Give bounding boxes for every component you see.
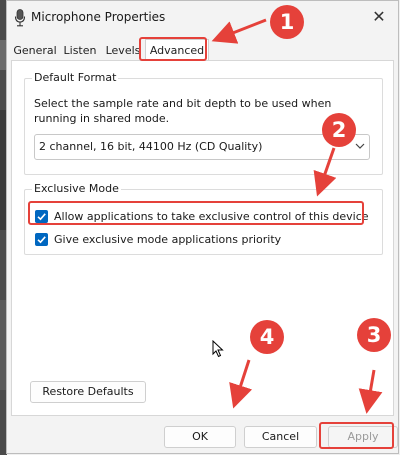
- step-1-badge: 1: [270, 5, 304, 39]
- advanced-tab-highlight: [139, 37, 207, 61]
- exclusive-priority-checkbox[interactable]: [35, 233, 48, 246]
- chevron-down-icon: [355, 141, 365, 151]
- cancel-button[interactable]: Cancel: [244, 426, 317, 448]
- exclusive-priority-label: Give exclusive mode applications priorit…: [54, 233, 282, 246]
- step-4-badge: 4: [250, 320, 284, 354]
- title-bar: Microphone Properties ✕: [7, 1, 398, 35]
- tab-general[interactable]: General: [11, 41, 59, 60]
- microphone-icon: [14, 9, 26, 27]
- step-2-badge: 2: [322, 113, 356, 147]
- step-3-badge: 3: [357, 318, 391, 352]
- microphone-properties-dialog: Microphone Properties ✕ General Listen L…: [6, 0, 399, 454]
- default-format-selected-value: 2 channel, 16 bit, 44100 Hz (CD Quality): [39, 140, 263, 153]
- window-title: Microphone Properties: [31, 10, 166, 24]
- tab-listen[interactable]: Listen: [60, 41, 100, 60]
- tab-levels[interactable]: Levels: [102, 41, 144, 60]
- exclusive-option-highlight: [28, 201, 364, 225]
- restore-defaults-button[interactable]: Restore Defaults: [30, 381, 146, 403]
- close-button[interactable]: ✕: [366, 6, 392, 28]
- ok-button[interactable]: OK: [164, 426, 236, 448]
- apply-button-highlight: [319, 422, 394, 449]
- default-format-description: Select the sample rate and bit depth to …: [34, 97, 332, 125]
- mouse-cursor-icon: [212, 339, 224, 361]
- exclusive-mode-legend: Exclusive Mode: [32, 182, 121, 195]
- default-format-legend: Default Format: [32, 71, 119, 84]
- default-format-select[interactable]: 2 channel, 16 bit, 44100 Hz (CD Quality): [34, 134, 370, 160]
